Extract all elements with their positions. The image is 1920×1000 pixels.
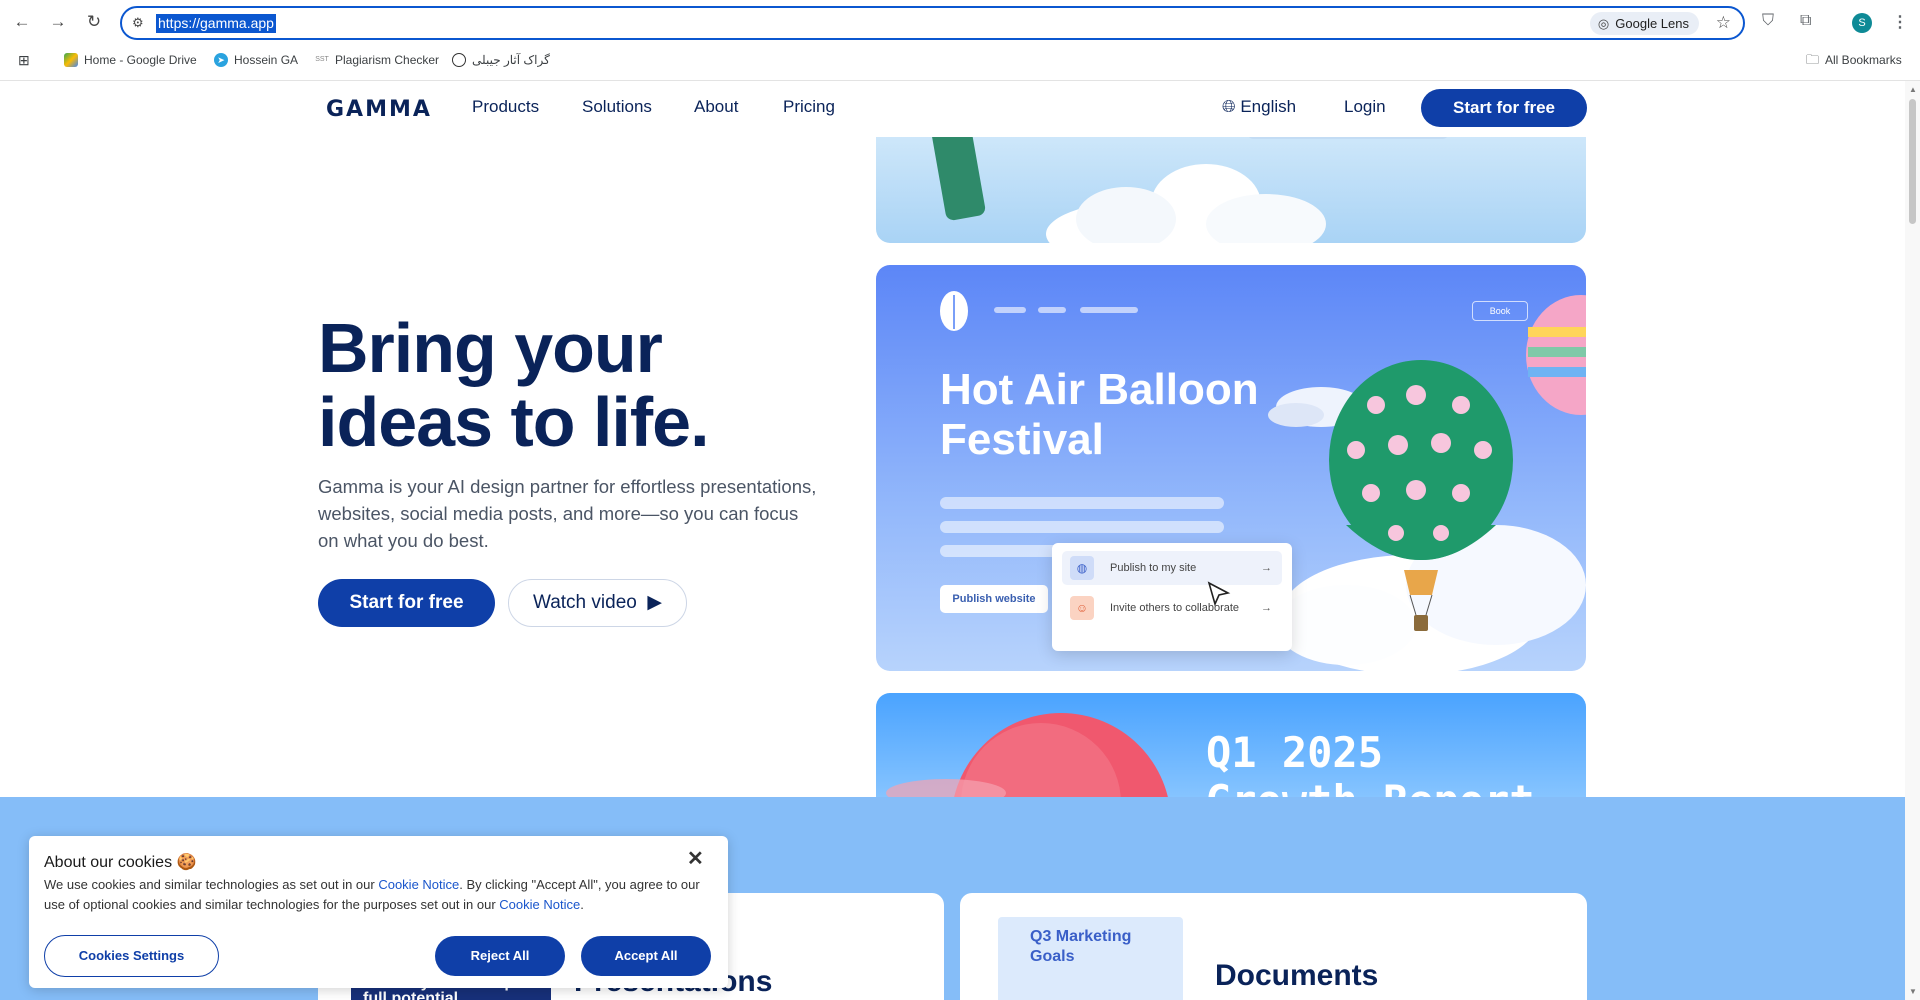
cookie-text-part: We use cookies and similar technologies … <box>44 877 379 892</box>
hero-title-line1: Bring your <box>318 309 663 387</box>
extensions-puzzle-icon[interactable]: ⧉ <box>1800 12 1811 30</box>
language-label: English <box>1240 97 1297 116</box>
play-icon: ▶ <box>642 592 662 613</box>
cookies-settings-button[interactable]: Cookies Settings <box>44 935 219 977</box>
nav-solutions[interactable]: Solutions <box>582 97 652 117</box>
document-thumbnail: Q3 Marketing Goals <box>998 917 1183 1000</box>
site-header: GAMMA Products Solutions About Pricing 🌐… <box>0 81 1905 137</box>
balloon-title-line2: Festival <box>940 415 1104 464</box>
cookie-notice-link[interactable]: Cookie Notice <box>378 877 459 892</box>
gamma-logo[interactable]: GAMMA <box>326 97 432 122</box>
balloon-title-line1: Hot Air Balloon <box>940 365 1259 414</box>
report-title-line1: Q1 2025 <box>1206 728 1384 777</box>
document-thumbnail-line2: Goals <box>1030 948 1075 965</box>
profile-avatar[interactable]: S <box>1852 13 1872 33</box>
arrow-right-icon: → <box>1261 562 1272 574</box>
book-button[interactable]: Book <box>1472 301 1528 321</box>
document-thumbnail-title: Q3 Marketing Goals <box>1030 927 1131 967</box>
bookmark-plagiarism-checker[interactable]: SST Plagiarism Checker <box>315 51 439 69</box>
bookmark-google-drive[interactable]: Home - Google Drive <box>64 51 197 69</box>
login-link[interactable]: Login <box>1344 97 1386 117</box>
page-scrollbar[interactable]: ▲ ▼ <box>1905 81 1920 1000</box>
accept-all-button[interactable]: Accept All <box>581 936 711 976</box>
chrome-menu-icon[interactable]: ⋮ <box>1892 12 1908 32</box>
documents-label: Documents <box>1215 959 1379 992</box>
back-icon[interactable]: ← <box>10 10 34 34</box>
hero-title: Bring your ideas to life. <box>318 309 710 461</box>
globe-icon: ◍ <box>1070 556 1094 580</box>
cookie-notice-link[interactable]: Cookie Notice <box>499 897 580 912</box>
page-viewport: GAMMA Products Solutions About Pricing 🌐… <box>0 81 1905 1000</box>
showcase-card-balloon: Book Hot Air Balloon Festival Publish we… <box>876 265 1586 671</box>
sst-icon: SST <box>315 56 329 63</box>
cookie-text-part: . <box>580 897 584 912</box>
browser-toolbar: ← → ↻ ⚙ https://gamma.app ◎ Google Lens ☆… <box>0 0 1920 44</box>
bookmarks-bar: ⊞ Home - Google Drive ➤ Hossein GA SST P… <box>0 46 1920 74</box>
openai-icon <box>452 53 466 67</box>
watch-video-button[interactable]: Watch video ▶ <box>508 579 687 627</box>
address-bar[interactable]: ⚙ https://gamma.app ◎ Google Lens ☆ <box>120 6 1745 40</box>
bookmark-label: Plagiarism Checker <box>335 53 440 67</box>
watch-video-label: Watch video <box>532 592 637 613</box>
google-drive-icon <box>64 53 78 67</box>
apps-grid-icon[interactable]: ⊞ <box>18 51 30 69</box>
arrow-right-icon: → <box>1261 602 1272 614</box>
site-settings-icon[interactable]: ⚙ <box>132 15 144 31</box>
folder-icon: 🗀 <box>1806 52 1820 67</box>
nav-about[interactable]: About <box>694 97 738 117</box>
placeholder-line <box>940 497 1224 509</box>
invite-others-option[interactable]: ☺ Invite others to collaborate → <box>1062 591 1282 625</box>
hero-subtitle: Gamma is your AI design partner for effo… <box>318 476 817 551</box>
bookmark-label: Home - Google Drive <box>84 53 197 67</box>
publish-website-button[interactable]: Publish website <box>940 585 1048 613</box>
all-bookmarks-label: All Bookmarks <box>1825 53 1902 67</box>
cookie-banner: About our cookies 🍪 ✕ We use cookies and… <box>29 836 728 988</box>
lens-label: Google Lens <box>1615 16 1689 31</box>
publish-to-site-option[interactable]: ◍ Publish to my site → <box>1062 551 1282 585</box>
globe-icon: 🌐︎ <box>1222 97 1236 116</box>
document-thumbnail-line1: Q3 Marketing <box>1030 928 1132 945</box>
google-lens-button[interactable]: ◎ Google Lens <box>1589 12 1699 35</box>
shield-extension-icon[interactable]: ⛉ <box>1762 12 1774 30</box>
browser-chrome: ← → ↻ ⚙ https://gamma.app ◎ Google Lens ☆… <box>0 0 1920 81</box>
showcase-card-report: Q1 2025 Growth Report <box>876 693 1586 813</box>
nav-pricing[interactable]: Pricing <box>783 97 835 117</box>
url-text[interactable]: https://gamma.app <box>156 14 276 33</box>
hero-title-line2: ideas to life. <box>318 383 710 461</box>
cursor-icon <box>1207 581 1231 607</box>
bookmark-hossein-ga[interactable]: ➤ Hossein GA <box>214 51 298 69</box>
feature-card-documents[interactable]: Q3 Marketing Goals Documents <box>960 893 1587 1000</box>
all-bookmarks-button[interactable]: 🗀 All Bookmarks <box>1806 51 1902 69</box>
bookmark-label: Hossein GA <box>234 53 299 67</box>
reject-all-button[interactable]: Reject All <box>435 936 565 976</box>
forward-icon[interactable]: → <box>46 10 70 34</box>
user-icon: ☺ <box>1070 596 1094 620</box>
hero-start-button[interactable]: Start for free <box>318 579 495 627</box>
language-selector[interactable]: 🌐︎ English <box>1222 97 1296 117</box>
telegram-icon: ➤ <box>214 53 228 67</box>
cookie-title: About our cookies 🍪 <box>44 854 197 871</box>
scroll-down-icon[interactable]: ▼ <box>1909 987 1917 996</box>
balloon-title: Hot Air Balloon Festival <box>940 365 1259 465</box>
nav-products[interactable]: Products <box>472 97 539 117</box>
reload-icon[interactable]: ↻ <box>82 10 106 34</box>
placeholder-line <box>940 521 1224 533</box>
header-start-button[interactable]: Start for free <box>1421 89 1587 127</box>
cookie-text: We use cookies and similar technologies … <box>44 875 714 915</box>
scroll-up-icon[interactable]: ▲ <box>1909 85 1917 94</box>
publish-to-site-label: Publish to my site <box>1110 562 1197 574</box>
scrollbar-thumb[interactable] <box>1909 99 1916 224</box>
close-icon[interactable]: ✕ <box>687 846 704 871</box>
bookmark-star-icon[interactable]: ☆ <box>1716 13 1731 33</box>
bookmark-ghibli[interactable]: گراک آثار جیبلی <box>452 51 550 69</box>
lens-icon: ◎ <box>1597 16 1610 31</box>
bookmark-label: گراک آثار جیبلی <box>472 53 550 67</box>
publish-popup: ◍ Publish to my site → ☺ Invite others t… <box>1052 543 1292 651</box>
